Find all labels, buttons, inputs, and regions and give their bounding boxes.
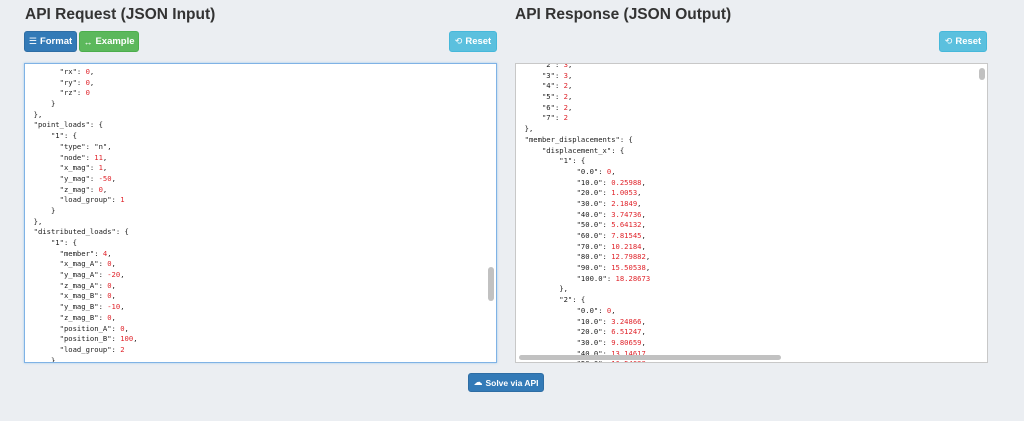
response-code-line: "6": 2, (516, 102, 573, 112)
request-code-line: } (25, 99, 56, 109)
response-json-viewer[interactable]: "2": 3, "3": 3, "4": 2, "5": 2, "6": 2, … (515, 63, 988, 363)
response-code-line: "4": 2, (516, 81, 573, 91)
request-code-line: "x_mag_B": 0, (25, 291, 116, 301)
response-code-line: "member_displacements": { (516, 134, 633, 144)
request-code-line: "y_mag_A": -20, (25, 270, 125, 280)
request-code-line: }, (25, 355, 60, 363)
request-code-line: "x_mag": 1, (25, 163, 108, 173)
request-json-editor[interactable]: "rx": 0, "ry": 0, "rz": 0 } }, "point_lo… (24, 63, 497, 363)
response-vertical-scrollbar[interactable] (979, 68, 985, 80)
response-code-line: "3": 3, (516, 70, 573, 80)
reset-request-button-label: Reset (465, 36, 492, 47)
example-button-label: Example (95, 36, 135, 47)
response-code-line: "40.0": 3.74736, (516, 209, 646, 219)
response-code-line: "30.0": 9.80659, (516, 337, 646, 347)
response-code-line: "10.0": 0.25988, (516, 177, 646, 187)
request-code-line: "z_mag": 0, (25, 184, 108, 194)
request-code-line: "x_mag_A": 0, (25, 259, 116, 269)
response-code-line: "10.0": 3.24866, (516, 316, 646, 326)
request-code-line: "y_mag": -50, (25, 173, 116, 183)
request-code-line: "1": { (25, 131, 77, 141)
request-code-line: "ry": 0, (25, 77, 95, 87)
request-code-line: "load_group": 1 (25, 195, 125, 205)
refresh-icon: ⟲ (944, 36, 953, 46)
response-code-line: "displacement_x": { (516, 145, 625, 155)
request-code-line: "member": 4, (25, 248, 112, 258)
response-code-line: "70.0": 10.2184, (516, 241, 646, 251)
arrows-horizontal-icon: ↔ (83, 36, 93, 47)
response-horizontal-scrollbar[interactable] (519, 355, 781, 360)
request-code-line: "rx": 0, (25, 67, 95, 76)
response-code-line: "50.0": 5.64132, (516, 220, 646, 230)
response-code-line: "80.0": 12.79882, (516, 252, 651, 262)
response-code-line: "0.0": 0, (516, 166, 616, 176)
request-code-line: "1": { (25, 238, 77, 247)
refresh-icon: ⟲ (454, 36, 463, 46)
request-code-line: "rz": 0 (25, 88, 90, 98)
response-code-line: "90.0": 15.50538, (516, 263, 651, 273)
request-code-line: "load_group": 2 (25, 344, 125, 354)
request-code-line: "distributed_loads": { (25, 227, 129, 237)
request-code-line: "z_mag_A": 0, (25, 280, 116, 290)
response-code-line: "2": 3, (516, 63, 573, 69)
request-code-line: "position_A": 0, (25, 323, 129, 333)
request-code-line: }, (25, 216, 43, 226)
reset-response-button-label: Reset (955, 36, 982, 47)
request-code: "rx": 0, "ry": 0, "rz": 0 } }, "point_lo… (25, 67, 138, 363)
request-code-line: }, (25, 109, 43, 119)
response-code-line: "0.0": 0, (516, 305, 616, 315)
response-code-line: "1": { (516, 156, 586, 166)
example-button[interactable]: ↔ Example (79, 31, 139, 52)
request-vertical-scrollbar[interactable] (488, 267, 494, 301)
response-code-line: "20.0": 6.51247, (516, 327, 646, 337)
response-code-line: "100.0": 18.28673 (516, 273, 651, 283)
request-code-line: } (25, 205, 56, 215)
align-left-icon: ☰ (28, 36, 37, 46)
response-code: "2": 3, "3": 3, "4": 2, "5": 2, "6": 2, … (516, 63, 651, 362)
request-code-line: "y_mag_B": -10, (25, 302, 125, 312)
response-panel-title: API Response (JSON Output) (515, 6, 732, 23)
response-code-line: "30.0": 2.1849, (516, 198, 642, 208)
format-button[interactable]: ☰ Format (24, 31, 77, 52)
reset-request-button[interactable]: ⟲ Reset (449, 31, 497, 52)
response-code-line: }, (516, 124, 534, 134)
request-code-line: "z_mag_B": 0, (25, 312, 116, 322)
solve-button-label: Solve via API (485, 377, 539, 388)
request-code-line: "point_loads": { (25, 120, 103, 130)
response-code-line: "2": { (516, 295, 586, 305)
request-code-line: "position_B": 100, (25, 334, 138, 344)
cloud-upload-icon: ☁ (473, 377, 483, 387)
reset-response-button[interactable]: ⟲ Reset (939, 31, 987, 52)
request-code-line: "type": "n", (25, 141, 112, 151)
request-panel-title: API Request (JSON Input) (25, 6, 216, 23)
response-code-line: "5": 2, (516, 92, 573, 102)
response-code-line: "60.0": 7.81545, (516, 231, 646, 240)
solve-via-api-button[interactable]: ☁ Solve via API (468, 373, 544, 392)
response-code-line: "7": 2 (516, 113, 568, 123)
format-button-label: Format (39, 36, 73, 47)
response-code-line: "20.0": 1.0053, (516, 188, 642, 198)
response-code-line: }, (516, 284, 568, 294)
request-code-line: "node": 11, (25, 152, 108, 162)
